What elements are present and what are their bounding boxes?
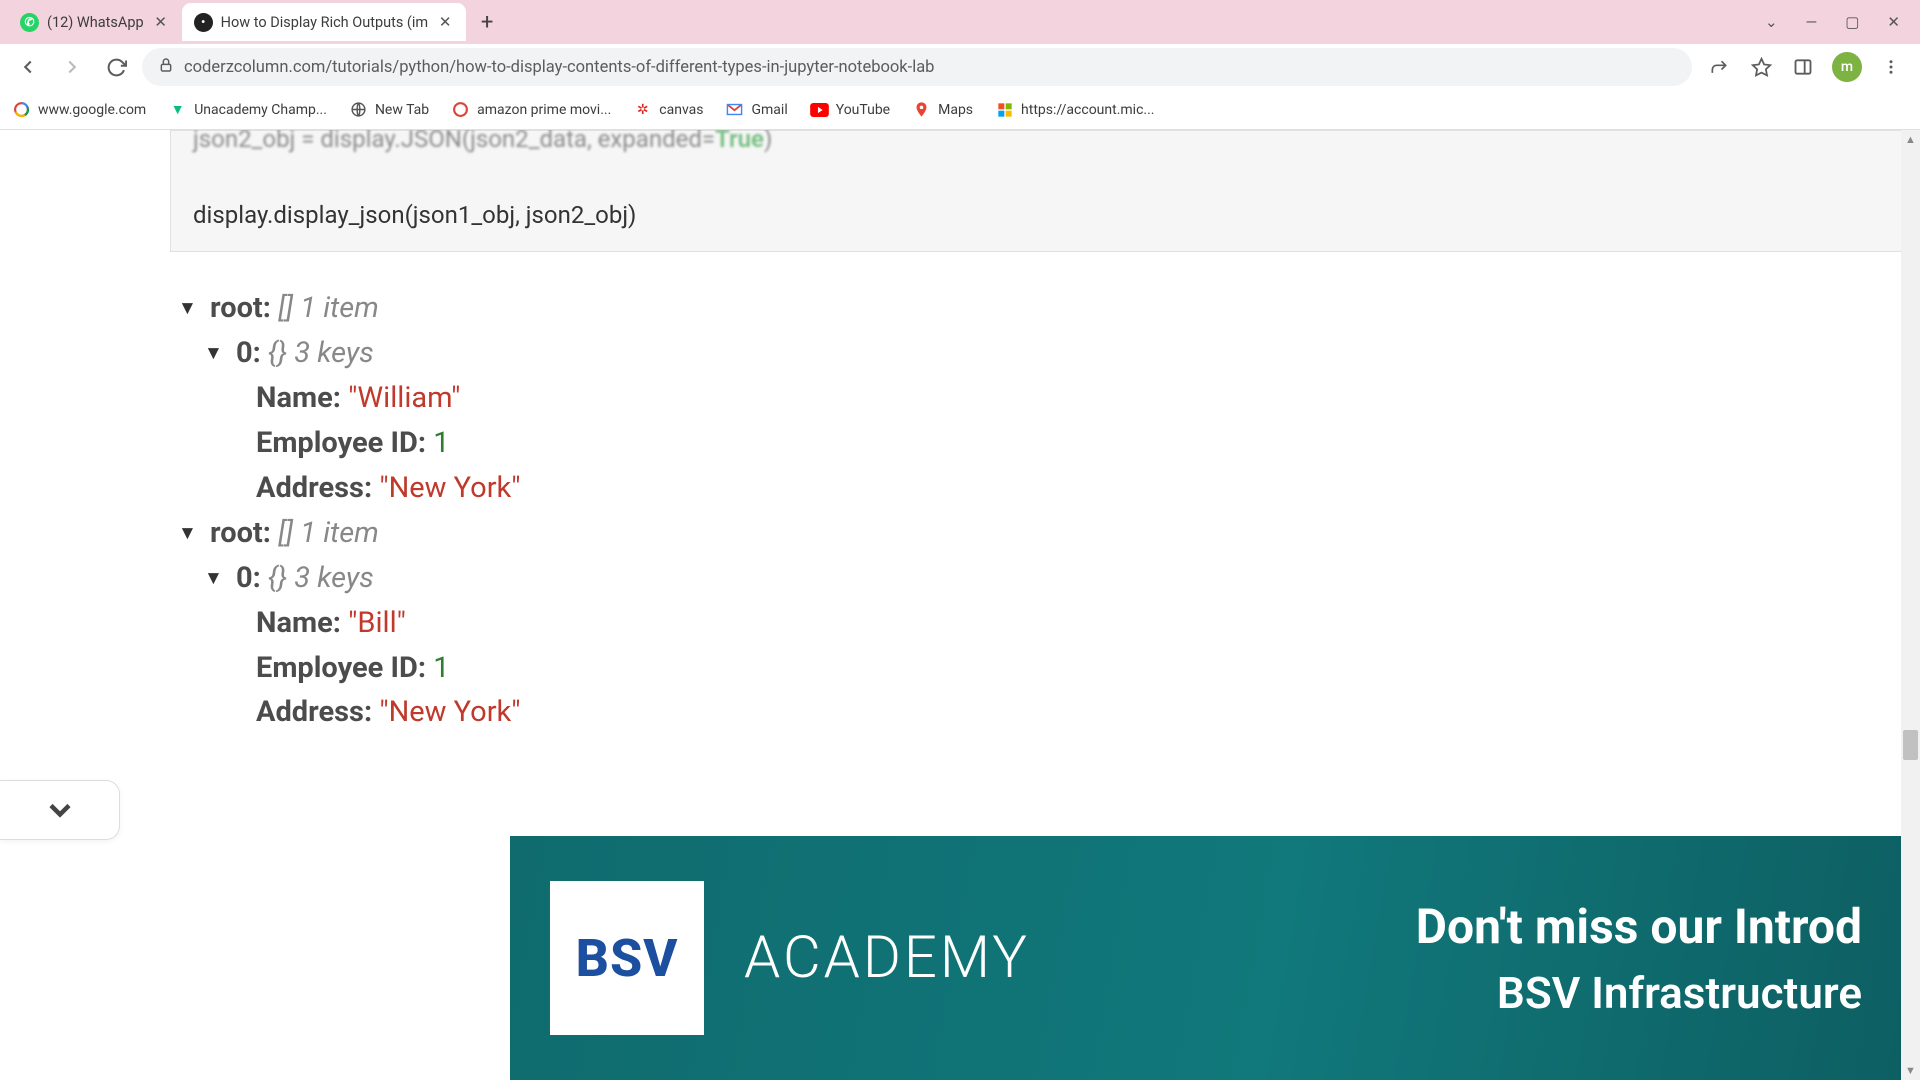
new-tab-button[interactable]: +: [472, 7, 502, 37]
caret-down-icon[interactable]: ▼: [204, 338, 223, 367]
chevron-down-icon[interactable]: ⌄: [1765, 13, 1778, 31]
tab-strip: ✆ (12) WhatsApp ✕ • How to Display Rich …: [0, 0, 1920, 44]
canvas-icon: ✲: [633, 100, 652, 119]
google-icon: [12, 100, 31, 119]
bookmark-label: Maps: [938, 102, 973, 118]
json-root[interactable]: ▼ root: [] 1 item: [178, 511, 1920, 556]
json-field: Name: "William": [256, 376, 1920, 421]
bookmark-newtab[interactable]: New Tab: [349, 100, 429, 119]
address-bar[interactable]: coderzcolumn.com/tutorials/python/how-to…: [142, 48, 1692, 86]
tab-active[interactable]: • How to Display Rich Outputs (im ✕: [182, 3, 467, 41]
close-icon[interactable]: ✕: [436, 13, 454, 31]
maximize-button[interactable]: ▢: [1845, 13, 1859, 31]
ad-headline: Don't miss our Introd BSV Infrastructure: [1416, 898, 1862, 1019]
window-controls: ⌄ — ▢ ✕: [1745, 0, 1920, 44]
bookmark-canvas[interactable]: ✲ canvas: [633, 100, 703, 119]
code-line: display.display_json(json1_obj, json2_ob…: [193, 197, 1887, 233]
url-text: coderzcolumn.com/tutorials/python/how-to…: [184, 58, 1676, 77]
close-window-button[interactable]: ✕: [1887, 13, 1900, 31]
scroll-up-icon[interactable]: ▲: [1901, 130, 1920, 149]
bookmark-microsoft[interactable]: https://account.mic...: [995, 100, 1154, 119]
bookmark-label: https://account.mic...: [1021, 102, 1154, 118]
reload-button[interactable]: [98, 49, 134, 85]
maps-icon: [912, 100, 931, 119]
caret-down-icon[interactable]: ▼: [178, 518, 197, 547]
bookmark-label: New Tab: [375, 102, 429, 118]
bookmark-label: www.google.com: [38, 102, 146, 118]
avatar[interactable]: m: [1832, 52, 1862, 82]
scroll-down-icon[interactable]: ▼: [1901, 1061, 1920, 1080]
json-index[interactable]: ▼ 0: {} 3 keys: [204, 556, 1920, 601]
json-field: Address: "New York": [256, 690, 1920, 735]
ad-banner[interactable]: BSV ACADEMY Don't miss our Introd BSV In…: [510, 836, 1902, 1080]
bookmark-google[interactable]: www.google.com: [12, 100, 146, 119]
star-icon[interactable]: [1748, 54, 1774, 80]
minimize-button[interactable]: —: [1806, 13, 1818, 31]
scroll-thumb[interactable]: [1903, 730, 1918, 760]
youtube-icon: [810, 100, 829, 119]
ad-logo: BSV: [550, 881, 704, 1035]
json-field: Employee ID: 1: [256, 646, 1920, 691]
json-field: Address: "New York": [256, 466, 1920, 511]
back-button[interactable]: [10, 49, 46, 85]
lock-icon: [158, 57, 174, 78]
google-icon: [451, 100, 470, 119]
forward-button[interactable]: [54, 49, 90, 85]
bookmark-maps[interactable]: Maps: [912, 100, 973, 119]
caret-down-icon[interactable]: ▼: [204, 563, 223, 592]
gmail-icon: [725, 100, 744, 119]
microsoft-icon: [995, 100, 1014, 119]
whatsapp-icon: ✆: [20, 13, 39, 32]
bookmark-gmail[interactable]: Gmail: [725, 100, 787, 119]
bookmark-label: YouTube: [836, 102, 890, 118]
tab-title: (12) WhatsApp: [47, 14, 144, 31]
bookmark-label: Unacademy Champ...: [194, 102, 327, 118]
globe-icon: [349, 100, 368, 119]
bookmark-label: Gmail: [751, 102, 787, 118]
json-output: ▼ root: [] 1 item ▼ 0: {} 3 keys Name: "…: [178, 286, 1920, 735]
ad-academy-text: ACADEMY: [744, 924, 1030, 992]
toolbar: coderzcolumn.com/tutorials/python/how-to…: [0, 44, 1920, 90]
side-panel-icon[interactable]: [1790, 54, 1816, 80]
bookmark-amazon[interactable]: amazon prime movi...: [451, 100, 611, 119]
bookmark-youtube[interactable]: YouTube: [810, 100, 890, 119]
menu-icon[interactable]: [1878, 54, 1904, 80]
json-root[interactable]: ▼ root: [] 1 item: [178, 286, 1920, 331]
code-block: json2_obj = display.JSON(json2_data, exp…: [170, 130, 1910, 252]
tab-whatsapp[interactable]: ✆ (12) WhatsApp ✕: [8, 3, 182, 41]
close-icon[interactable]: ✕: [152, 13, 170, 31]
page-content: json2_obj = display.JSON(json2_data, exp…: [0, 130, 1920, 1080]
bookmark-label: canvas: [659, 102, 703, 118]
toolbar-right: m: [1700, 52, 1910, 82]
share-icon[interactable]: [1706, 54, 1732, 80]
json-field: Name: "Bill": [256, 601, 1920, 646]
bookmark-label: amazon prime movi...: [477, 102, 611, 118]
bookmarks-bar: www.google.com ▼ Unacademy Champ... New …: [0, 90, 1920, 130]
collapse-handle[interactable]: [0, 780, 120, 840]
bookmark-unacademy[interactable]: ▼ Unacademy Champ...: [168, 100, 327, 119]
caret-down-icon[interactable]: ▼: [178, 293, 197, 322]
code-line-blurred: json2_obj = display.JSON(json2_data, exp…: [193, 130, 1887, 157]
vertical-scrollbar[interactable]: ▲ ▼: [1901, 130, 1920, 1080]
json-index[interactable]: ▼ 0: {} 3 keys: [204, 331, 1920, 376]
tab-title: How to Display Rich Outputs (im: [221, 14, 429, 31]
unacademy-icon: ▼: [168, 100, 187, 119]
json-field: Employee ID: 1: [256, 421, 1920, 466]
site-icon: •: [194, 13, 213, 32]
